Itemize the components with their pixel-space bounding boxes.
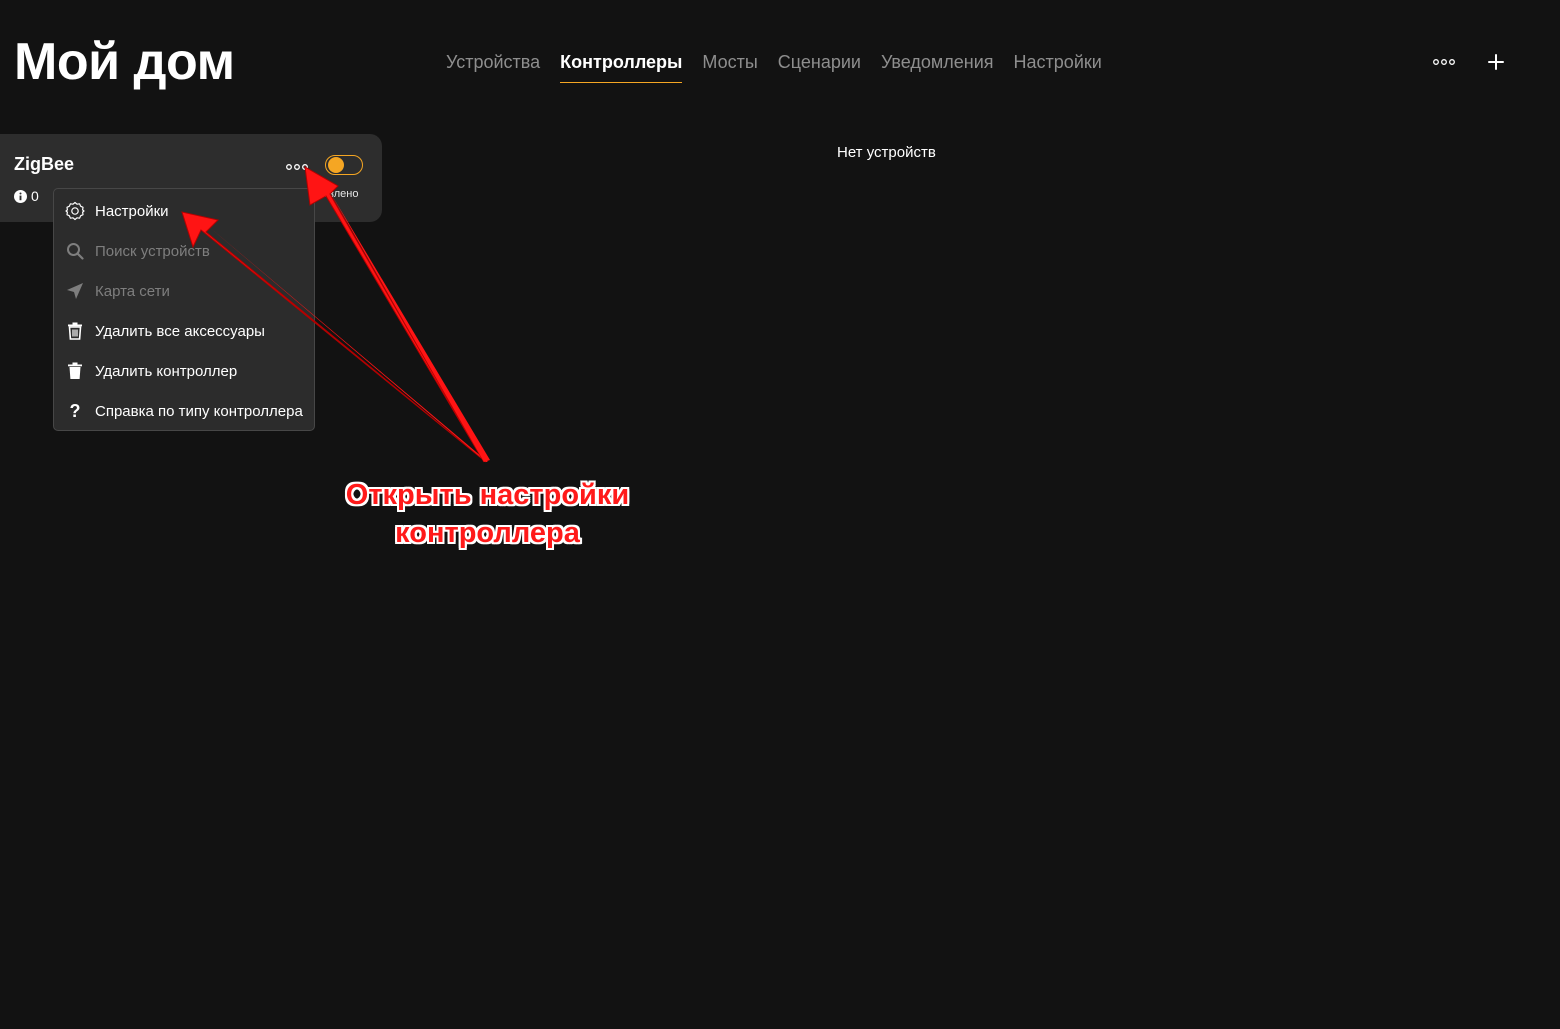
plus-icon: [1488, 54, 1504, 70]
info-counter: 0: [14, 188, 39, 204]
controller-toggle[interactable]: [325, 155, 363, 175]
question-icon: ?: [69, 400, 81, 421]
main-nav: Устройства Контроллеры Мосты Сценарии Ув…: [446, 48, 1102, 83]
menu-item-label: Карта сети: [95, 282, 170, 300]
menu-item-delete-controller[interactable]: Удалить контроллер: [54, 351, 314, 391]
tab-bridges[interactable]: Мосты: [702, 48, 757, 83]
menu-item-settings[interactable]: Настройки: [54, 191, 314, 231]
tab-controllers[interactable]: Контроллеры: [560, 48, 683, 83]
menu-item-search-devices[interactable]: Поиск устройств: [54, 231, 314, 271]
toggle-knob: [328, 157, 344, 173]
menu-item-label: Настройки: [95, 202, 169, 220]
tab-notifications[interactable]: Уведомления: [881, 48, 994, 83]
info-icon: [14, 189, 27, 203]
menu-item-help[interactable]: ? Справка по типу контроллера: [54, 391, 314, 431]
controller-more-button[interactable]: [286, 158, 308, 176]
info-count: 0: [31, 188, 39, 204]
tab-devices[interactable]: Устройства: [446, 48, 540, 83]
annotation-line-1: Открыть настройки: [345, 479, 630, 511]
trash-icon: [65, 321, 85, 341]
menu-item-network-map[interactable]: Карта сети: [54, 271, 314, 311]
annotation-line-2: контроллера: [395, 517, 580, 549]
trash-filled-icon: [65, 361, 85, 381]
empty-state-message: Нет устройств: [837, 144, 936, 161]
menu-item-label: Справка по типу контроллера: [95, 402, 303, 420]
more-button[interactable]: [1428, 46, 1460, 78]
menu-item-label: Поиск устройств: [95, 242, 210, 260]
add-button[interactable]: [1480, 46, 1512, 78]
more-icon: [286, 164, 308, 170]
search-icon: [65, 241, 85, 261]
controller-name: ZigBee: [14, 154, 75, 174]
header-actions: [1428, 46, 1512, 78]
send-icon: [65, 281, 85, 301]
gear-icon: [65, 201, 85, 221]
more-icon: [1433, 59, 1455, 65]
menu-item-label: Удалить все аксессуары: [95, 322, 265, 340]
status-text: овлено: [322, 188, 359, 200]
tab-settings[interactable]: Настройки: [1014, 48, 1102, 83]
context-menu: Настройки Поиск устройств Карта сети Уда…: [53, 188, 315, 431]
app-page: Мой дом Устройства Контроллеры Мосты Сце…: [0, 0, 1560, 1029]
page-title: Мой дом: [14, 33, 235, 91]
menu-item-delete-accessories[interactable]: Удалить все аксессуары: [54, 311, 314, 351]
annotation-text: Открыть настройки контроллера: [340, 476, 635, 552]
tab-scenarios[interactable]: Сценарии: [778, 48, 861, 83]
menu-item-label: Удалить контроллер: [95, 362, 238, 380]
